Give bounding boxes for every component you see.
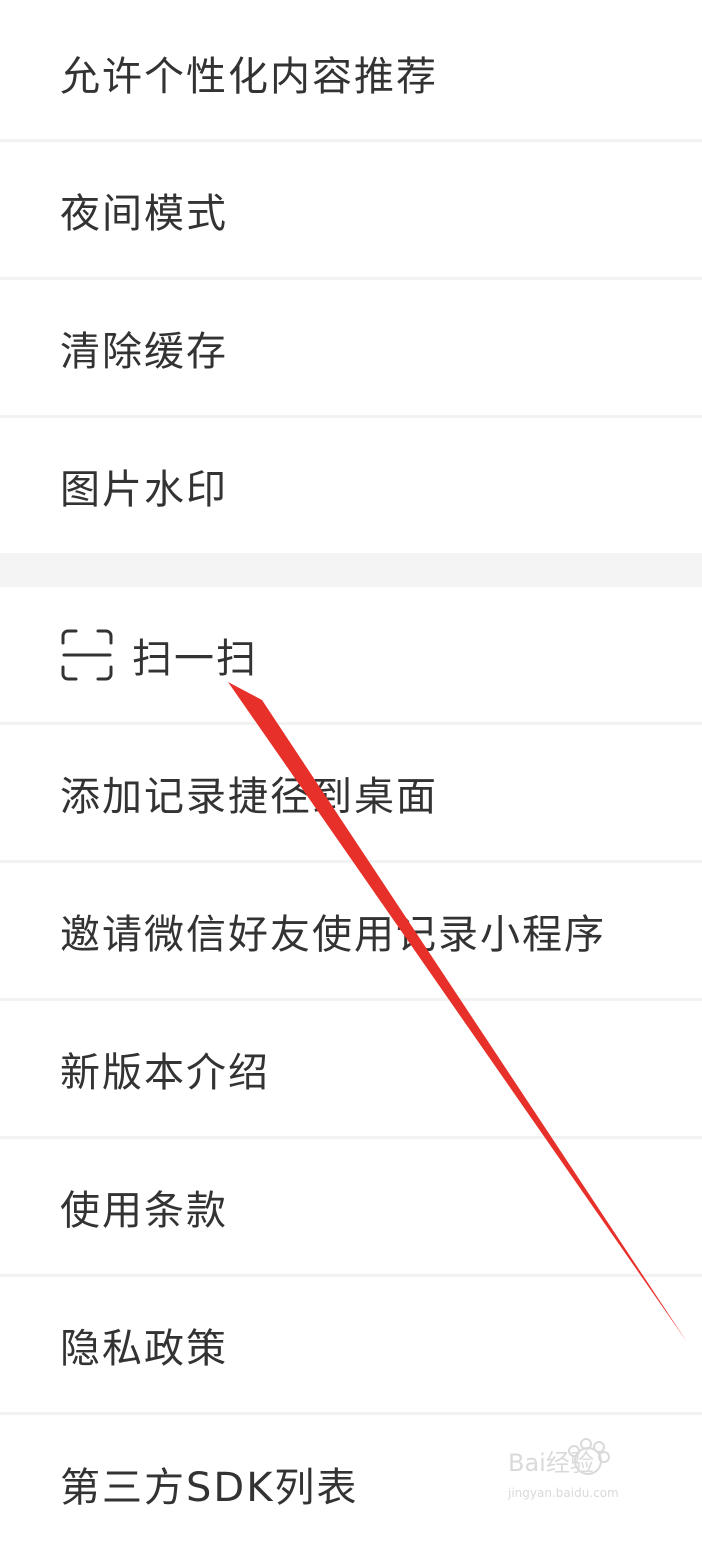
menu-item-label: 夜间模式	[60, 190, 228, 237]
scan-icon	[60, 628, 114, 682]
menu-item-invite-wechat-friends[interactable]: 邀请微信好友使用记录小程序	[0, 863, 702, 1001]
menu-item-label: 图片水印	[60, 466, 228, 513]
menu-item-personalized-recommendation[interactable]: 允许个性化内容推荐	[0, 6, 702, 142]
baidu-jingyan-watermark: Bai经验 jingyan.baidu.com	[502, 1435, 672, 1505]
menu-item-privacy-policy[interactable]: 隐私政策	[0, 1277, 702, 1415]
menu-item-label: 清除缓存	[60, 328, 228, 375]
menu-item-add-shortcut[interactable]: 添加记录捷径到桌面	[0, 725, 702, 863]
svg-text:jingyan.baidu.com: jingyan.baidu.com	[507, 1486, 619, 1500]
menu-item-label: 扫一扫	[132, 635, 258, 682]
menu-item-clear-cache[interactable]: 清除缓存	[0, 280, 702, 418]
svg-text:Bai经验: Bai经验	[508, 1449, 594, 1477]
section-divider	[0, 553, 702, 587]
menu-item-label: 使用条款	[60, 1187, 228, 1234]
menu-item-label: 邀请微信好友使用记录小程序	[60, 911, 606, 958]
menu-item-label: 新版本介绍	[60, 1049, 270, 1096]
menu-item-scan[interactable]: 扫一扫	[0, 587, 702, 725]
menu-item-image-watermark[interactable]: 图片水印	[0, 418, 702, 553]
menu-item-label: 添加记录捷径到桌面	[60, 773, 438, 820]
menu-item-whats-new[interactable]: 新版本介绍	[0, 1001, 702, 1139]
menu-item-label: 第三方SDK列表	[60, 1465, 359, 1511]
menu-item-terms-of-use[interactable]: 使用条款	[0, 1139, 702, 1277]
menu-item-label: 隐私政策	[60, 1325, 228, 1372]
menu-item-night-mode[interactable]: 夜间模式	[0, 142, 702, 280]
menu-item-label: 允许个性化内容推荐	[60, 53, 438, 100]
